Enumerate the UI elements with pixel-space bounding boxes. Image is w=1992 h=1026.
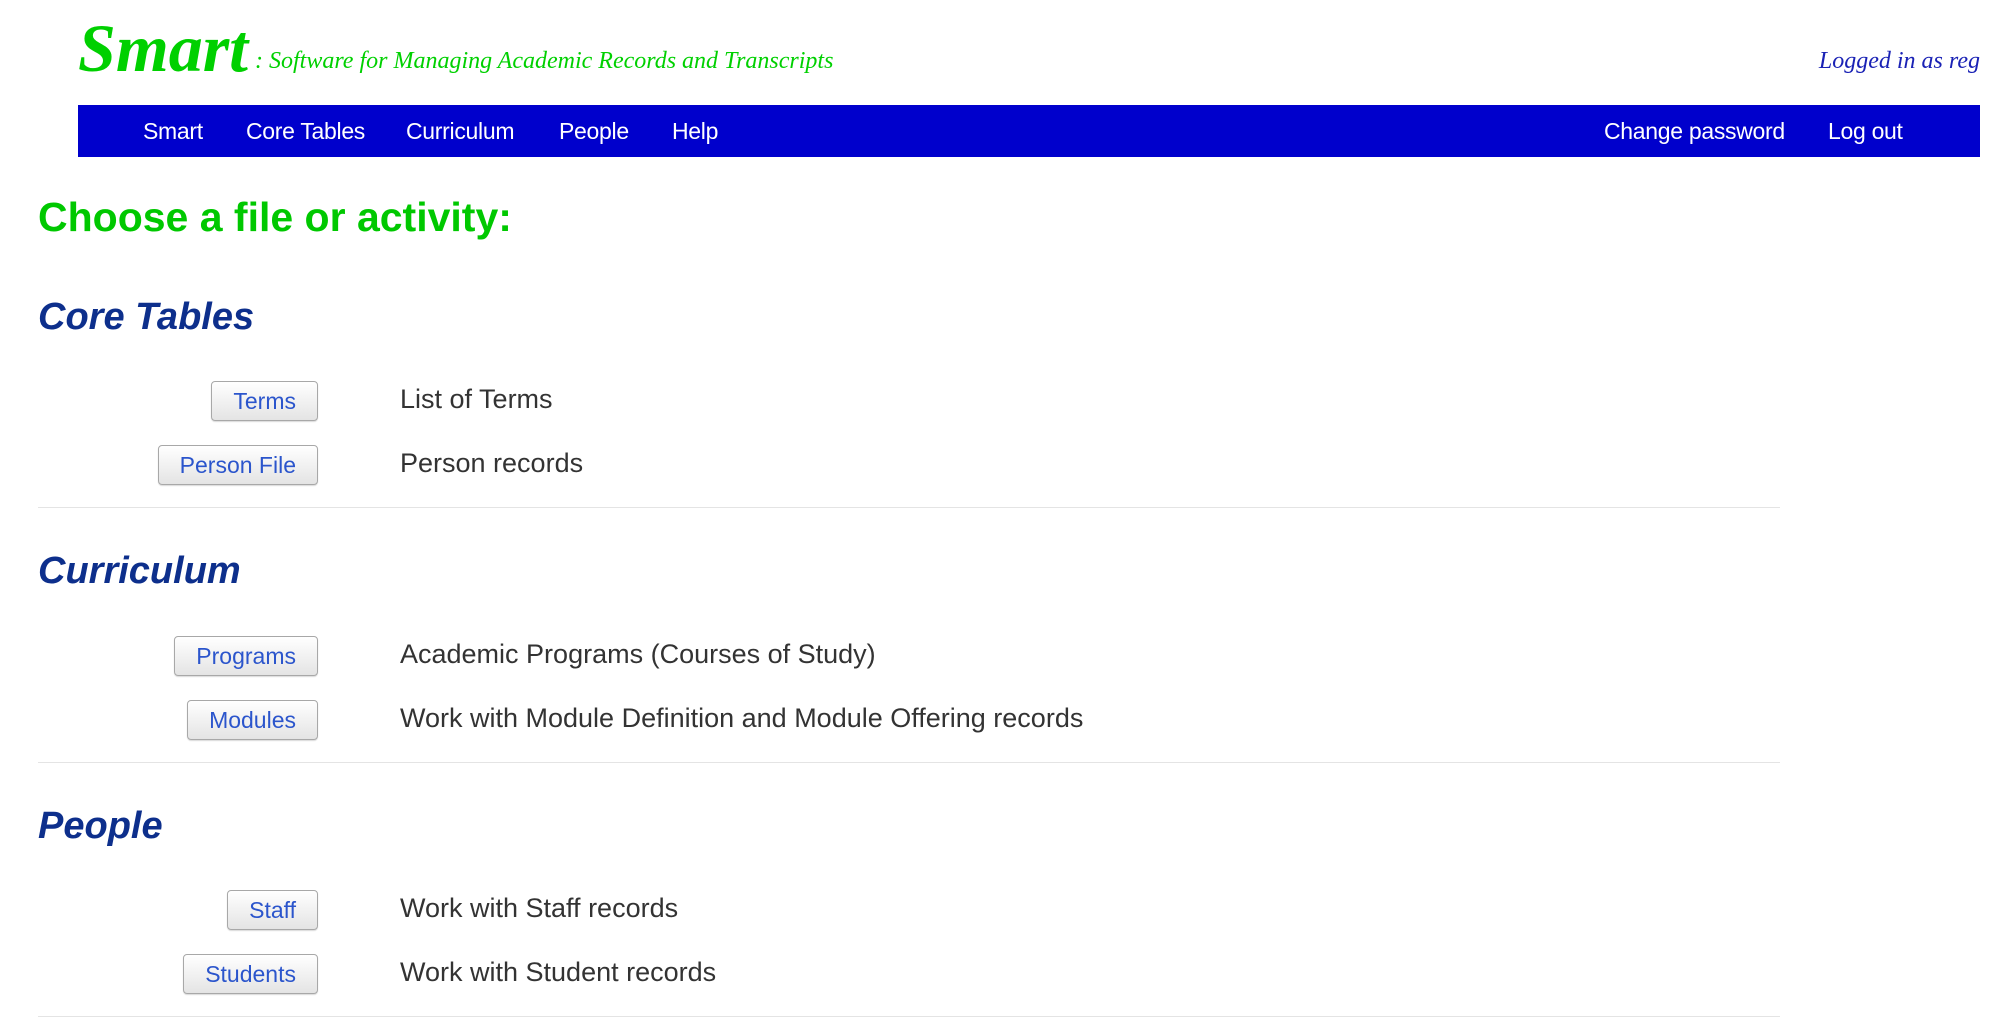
app-logo: Smart [78, 10, 249, 86]
section-heading-people: People [38, 805, 163, 847]
section-heading-curriculum: Curriculum [38, 550, 241, 592]
logged-in-status: Logged in as reg [1818, 48, 1980, 74]
nav-log-out[interactable]: Log out [1828, 105, 1903, 157]
list-item-terms: Terms List of Terms [0, 381, 1780, 425]
list-item-person-file: Person File Person records [0, 445, 1780, 489]
person-file-button[interactable]: Person File [157, 445, 318, 485]
nav-people[interactable]: People [559, 105, 629, 157]
nav-help[interactable]: Help [672, 105, 718, 157]
app-tagline: : Software for Managing Academic Records… [255, 48, 834, 74]
staff-description: Work with Staff records [400, 893, 679, 923]
section-divider [38, 507, 1780, 508]
programs-description: Academic Programs (Courses of Study) [400, 639, 876, 669]
page-title: Choose a file or activity: [38, 194, 512, 240]
modules-button[interactable]: Modules [187, 700, 318, 740]
section-divider [38, 1016, 1780, 1017]
students-description: Work with Student records [400, 957, 717, 987]
header: Smart : Software for Managing Academic R… [0, 0, 1992, 105]
list-item-programs: Programs Academic Programs (Courses of S… [0, 636, 1780, 680]
list-item-staff: Staff Work with Staff records [0, 890, 1780, 934]
terms-button[interactable]: Terms [211, 381, 318, 421]
nav-smart[interactable]: Smart [143, 105, 203, 157]
staff-button[interactable]: Staff [227, 890, 318, 930]
main-navbar: Smart Core Tables Curriculum People Help… [78, 105, 1980, 157]
section-divider [38, 762, 1780, 763]
section-heading-core-tables: Core Tables [38, 296, 255, 338]
modules-description: Work with Module Definition and Module O… [400, 703, 1084, 733]
list-item-modules: Modules Work with Module Definition and … [0, 700, 1780, 744]
programs-button[interactable]: Programs [174, 636, 318, 676]
nav-curriculum[interactable]: Curriculum [406, 105, 514, 157]
list-item-students: Students Work with Student records [0, 954, 1780, 998]
terms-description: List of Terms [400, 384, 553, 414]
person-file-description: Person records [400, 448, 584, 478]
students-button[interactable]: Students [183, 954, 318, 994]
nav-core-tables[interactable]: Core Tables [246, 105, 365, 157]
nav-change-password[interactable]: Change password [1604, 105, 1785, 157]
